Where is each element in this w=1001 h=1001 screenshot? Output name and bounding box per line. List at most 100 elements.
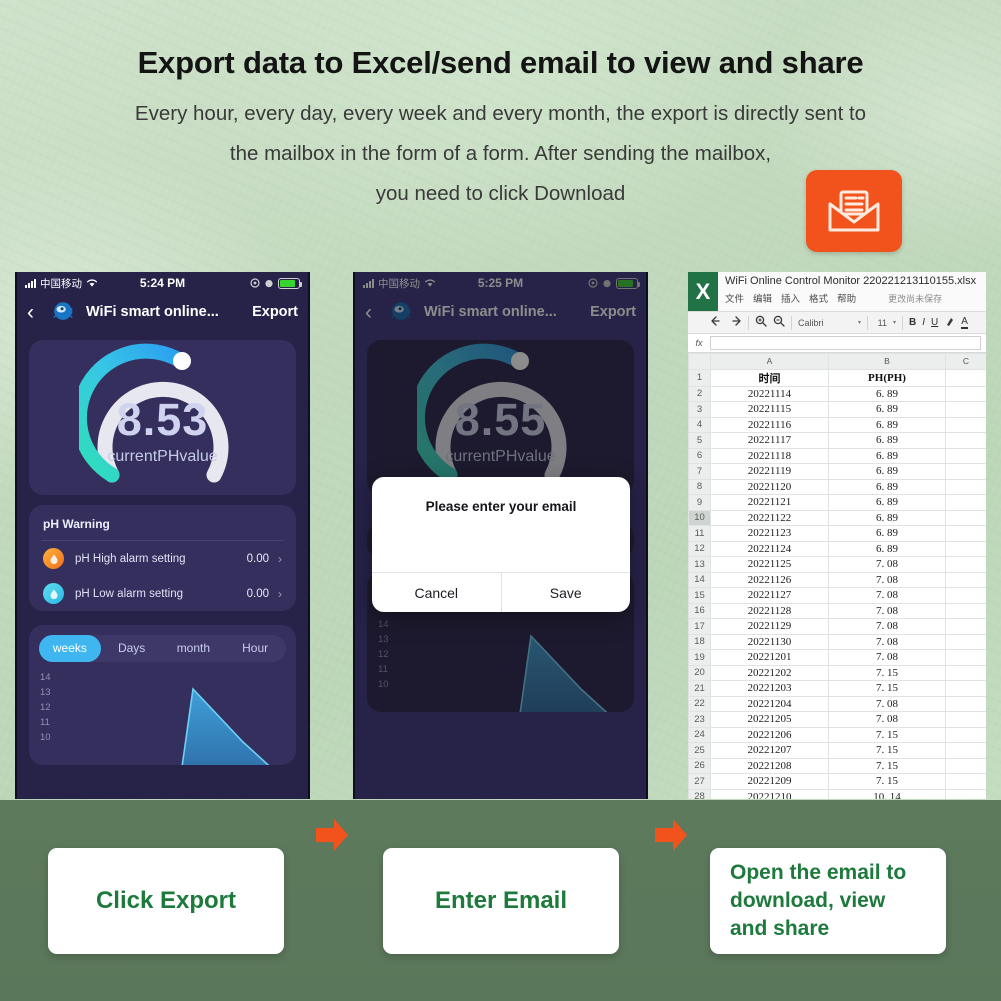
cell-empty[interactable] bbox=[945, 416, 986, 433]
cell-time[interactable]: 20221208 bbox=[710, 757, 829, 774]
row-number[interactable]: 4 bbox=[688, 416, 711, 433]
cell-empty[interactable] bbox=[945, 401, 986, 418]
cell-ph[interactable]: 7. 15 bbox=[828, 664, 946, 681]
dialog-cancel-button[interactable]: Cancel bbox=[372, 573, 501, 612]
row-number[interactable]: 28 bbox=[688, 788, 711, 799]
cell-empty[interactable] bbox=[945, 540, 986, 557]
row-number[interactable]: 23 bbox=[688, 711, 711, 728]
cell-empty[interactable] bbox=[945, 649, 986, 666]
highlight-icon[interactable] bbox=[944, 316, 955, 330]
cell-empty[interactable] bbox=[945, 463, 986, 480]
italic-button[interactable]: I bbox=[922, 317, 925, 328]
cell-time[interactable]: 20221206 bbox=[710, 726, 829, 743]
row-number[interactable]: 18 bbox=[688, 633, 711, 650]
cell-empty[interactable] bbox=[945, 432, 986, 449]
column-header-a[interactable]: A bbox=[710, 353, 829, 370]
cell-time[interactable]: 20221207 bbox=[710, 742, 829, 759]
cell-ph[interactable]: 7. 15 bbox=[828, 680, 946, 697]
cell-empty[interactable] bbox=[945, 478, 986, 495]
row-number[interactable]: 10 bbox=[688, 509, 711, 526]
cell-ph[interactable]: PH(PH) bbox=[828, 368, 946, 387]
dialog-save-button[interactable]: Save bbox=[502, 573, 631, 612]
cell-ph[interactable]: 7. 08 bbox=[828, 711, 946, 728]
cell-ph[interactable]: 6. 89 bbox=[828, 494, 946, 511]
chevron-down-icon[interactable]: ▾ bbox=[858, 319, 861, 326]
row-number[interactable]: 21 bbox=[688, 680, 711, 697]
column-header-b[interactable]: B bbox=[828, 353, 946, 370]
redo-icon[interactable] bbox=[729, 316, 742, 329]
cell-empty[interactable] bbox=[945, 695, 986, 712]
cell-empty[interactable] bbox=[945, 633, 986, 650]
row-number[interactable]: 24 bbox=[688, 726, 711, 743]
row-number[interactable]: 19 bbox=[688, 649, 711, 666]
cell-ph[interactable]: 7. 15 bbox=[828, 773, 946, 790]
menu-file[interactable]: 文件 bbox=[725, 291, 744, 305]
cell-ph[interactable]: 7. 08 bbox=[828, 556, 946, 573]
cell-empty[interactable] bbox=[945, 680, 986, 697]
export-button-1[interactable]: Export bbox=[252, 304, 298, 320]
row-number[interactable]: 9 bbox=[688, 494, 711, 511]
cell-empty[interactable] bbox=[945, 757, 986, 774]
cell-time[interactable]: 20221121 bbox=[710, 494, 829, 511]
row-number[interactable]: 20 bbox=[688, 664, 711, 681]
cell-time[interactable]: 20221115 bbox=[710, 401, 829, 418]
cell-time[interactable]: 20221201 bbox=[710, 649, 829, 666]
cell-empty[interactable] bbox=[945, 602, 986, 619]
font-name-select[interactable]: Calibri bbox=[798, 318, 852, 328]
cell-empty[interactable] bbox=[945, 571, 986, 588]
row-number[interactable]: 27 bbox=[688, 773, 711, 790]
cell-time[interactable]: 20221122 bbox=[710, 509, 829, 526]
cell-empty[interactable] bbox=[945, 385, 986, 402]
export-button-2[interactable]: Export bbox=[590, 304, 636, 320]
row-number[interactable]: 7 bbox=[688, 463, 711, 480]
menu-help[interactable]: 帮助 bbox=[837, 291, 856, 305]
formula-input[interactable] bbox=[710, 336, 981, 350]
column-header-c[interactable]: C bbox=[945, 353, 986, 370]
row-number[interactable]: 25 bbox=[688, 742, 711, 759]
cell-empty[interactable] bbox=[945, 494, 986, 511]
cell-ph[interactable]: 7. 08 bbox=[828, 602, 946, 619]
row-number[interactable]: 3 bbox=[688, 401, 711, 418]
cell-time[interactable]: 20221203 bbox=[710, 680, 829, 697]
cell-time[interactable]: 20221116 bbox=[710, 416, 829, 433]
cell-ph[interactable]: 6. 89 bbox=[828, 463, 946, 480]
undo-icon[interactable] bbox=[710, 316, 723, 329]
cell-ph[interactable]: 7. 08 bbox=[828, 633, 946, 650]
cell-time[interactable]: 20221119 bbox=[710, 463, 829, 480]
cell-time[interactable]: 20221130 bbox=[710, 633, 829, 650]
cell-empty[interactable] bbox=[945, 618, 986, 635]
cell-empty[interactable] bbox=[945, 788, 986, 799]
row-number[interactable]: 26 bbox=[688, 757, 711, 774]
cell-empty[interactable] bbox=[945, 742, 986, 759]
cell-time[interactable]: 20221210 bbox=[710, 788, 829, 799]
back-button[interactable]: ‹ bbox=[27, 302, 47, 323]
cell-empty[interactable] bbox=[945, 664, 986, 681]
tab-month[interactable]: month bbox=[163, 635, 225, 662]
cell-ph[interactable]: 7. 15 bbox=[828, 742, 946, 759]
cell-empty[interactable] bbox=[945, 556, 986, 573]
cell-time[interactable]: 20221209 bbox=[710, 773, 829, 790]
cell-ph[interactable]: 10. 14 bbox=[828, 788, 946, 799]
cell-ph[interactable]: 7. 08 bbox=[828, 618, 946, 635]
row-number[interactable]: 16 bbox=[688, 602, 711, 619]
cell-ph[interactable]: 7. 15 bbox=[828, 757, 946, 774]
row-number[interactable]: 17 bbox=[688, 618, 711, 635]
cell-time[interactable]: 20221205 bbox=[710, 711, 829, 728]
cell-ph[interactable]: 7. 15 bbox=[828, 726, 946, 743]
cell-time[interactable]: 20221123 bbox=[710, 525, 829, 542]
underline-button[interactable]: U bbox=[931, 317, 938, 328]
cell-ph[interactable]: 6. 89 bbox=[828, 447, 946, 464]
cell-time[interactable]: 时间 bbox=[710, 368, 829, 387]
ph-high-alarm-row[interactable]: pH High alarm setting 0.00 › bbox=[29, 541, 296, 576]
cell-ph[interactable]: 6. 89 bbox=[828, 540, 946, 557]
row-number[interactable]: 8 bbox=[688, 478, 711, 495]
font-size-select[interactable]: 11 bbox=[874, 318, 887, 328]
back-button[interactable]: ‹ bbox=[365, 302, 385, 323]
row-number[interactable]: 11 bbox=[688, 525, 711, 542]
row-number[interactable]: 12 bbox=[688, 540, 711, 557]
cell-ph[interactable]: 6. 89 bbox=[828, 385, 946, 402]
cell-time[interactable]: 20221125 bbox=[710, 556, 829, 573]
dialog-email-input[interactable] bbox=[372, 514, 630, 572]
row-number[interactable]: 14 bbox=[688, 571, 711, 588]
row-number[interactable]: 1 bbox=[688, 368, 711, 387]
